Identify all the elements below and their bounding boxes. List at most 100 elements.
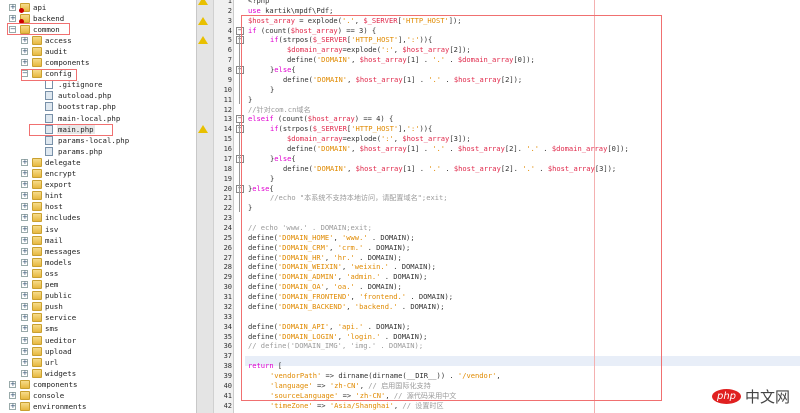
warning-icon[interactable]	[198, 125, 208, 134]
code-line[interactable]: define('DOMAIN', $host_array[1] . '.' . …	[283, 164, 616, 174]
expand-icon[interactable]: +	[21, 336, 28, 344]
tree-item[interactable]: + messages	[21, 246, 82, 257]
code-line[interactable]: if(strpos($_SERVER['HTTP_HOST'],':')){	[270, 124, 432, 134]
fold-toggle-icon[interactable]: −	[236, 125, 244, 134]
tree-item[interactable]: + components	[21, 57, 91, 68]
expand-icon[interactable]: +	[9, 380, 16, 388]
tree-item[interactable]: + pem	[21, 279, 59, 290]
code-line[interactable]: // define('DOMAIN_IMG', 'img.' . DOMAIN)…	[248, 341, 423, 351]
expand-icon[interactable]: +	[21, 203, 28, 211]
expand-icon[interactable]: +	[21, 303, 28, 311]
collapse-icon[interactable]: −	[9, 25, 16, 33]
expand-icon[interactable]: +	[21, 247, 28, 255]
tree-item[interactable]: + host	[21, 201, 64, 212]
code-line[interactable]: define('DOMAIN', $host_array[1] . '.' . …	[287, 55, 535, 65]
tree-item[interactable]: + sms	[21, 323, 59, 334]
tree-item[interactable]: bootstrap.php	[45, 101, 117, 112]
tree-item[interactable]: + service	[21, 312, 77, 323]
code-line[interactable]: define('DOMAIN_API', 'api.' . DOMAIN);	[248, 322, 410, 332]
expand-icon[interactable]: +	[21, 292, 28, 300]
code-line[interactable]: define('DOMAIN', $host_array[1] . '.' . …	[287, 144, 629, 154]
expand-icon[interactable]: +	[21, 314, 28, 322]
code-line[interactable]: define('DOMAIN', $host_array[1] . '.' . …	[283, 75, 522, 85]
expand-icon[interactable]: +	[21, 36, 28, 44]
fold-toggle-icon[interactable]: −	[236, 154, 244, 163]
tree-item[interactable]: + models	[21, 257, 73, 268]
expand-icon[interactable]: +	[21, 258, 28, 266]
tree-item[interactable]: + oss	[21, 268, 59, 279]
expand-icon[interactable]: +	[21, 214, 28, 222]
code-line[interactable]: define('DOMAIN_BACKEND', 'backend.' . DO…	[248, 302, 445, 312]
code-editor[interactable]: <?php use kartik\mpdf\Pdf; $host_array = e…	[245, 0, 800, 413]
tree-item[interactable]: + access	[21, 35, 73, 46]
tree-item[interactable]: + url	[21, 357, 59, 368]
tree-item[interactable]: + export	[21, 179, 73, 190]
tree-item[interactable]: + includes	[21, 212, 82, 223]
fold-toggle-icon[interactable]: −	[236, 184, 244, 193]
tree-item[interactable]: + ueditor	[21, 335, 77, 346]
tree-item[interactable]: + push	[21, 301, 64, 312]
tree-item[interactable]: + isv	[21, 224, 59, 235]
code-line[interactable]: $domain_array=explode(':', $host_array[3…	[287, 134, 471, 144]
expand-icon[interactable]: +	[21, 347, 28, 355]
code-line[interactable]: return [	[248, 361, 282, 371]
code-line[interactable]: $domain_array=explode(':', $host_array[2…	[287, 45, 471, 55]
tree-item[interactable]: − config	[21, 68, 73, 79]
code-line[interactable]: }else{	[270, 65, 296, 75]
fold-toggle-icon[interactable]: −	[236, 26, 244, 35]
tree-item[interactable]: + api	[9, 2, 47, 13]
expand-icon[interactable]: +	[21, 236, 28, 244]
tree-item[interactable]: − common	[9, 24, 61, 35]
code-line[interactable]: }	[270, 174, 274, 184]
code-line[interactable]: }	[248, 95, 252, 105]
tree-item[interactable]: autoload.php	[45, 90, 112, 101]
expand-icon[interactable]: +	[21, 358, 28, 366]
expand-icon[interactable]: +	[9, 14, 16, 22]
tree-item[interactable]: + hint	[21, 190, 64, 201]
tree-item[interactable]: + backend	[9, 13, 65, 24]
code-line[interactable]: define('DOMAIN_FRONTEND', 'frontend.' . …	[248, 292, 453, 302]
warning-icon[interactable]	[198, 36, 208, 45]
expand-icon[interactable]: +	[21, 369, 28, 377]
warning-icon[interactable]	[198, 0, 208, 5]
tree-item[interactable]: main-local.php	[45, 113, 121, 124]
code-line[interactable]: 'timeZone' => 'Asia/Shanghai', // 设置时区	[270, 401, 444, 411]
expand-icon[interactable]: +	[21, 281, 28, 288]
code-line[interactable]: define('DOMAIN_WEIXIN', 'weixin.' . DOMA…	[248, 262, 436, 272]
code-line[interactable]: if (count($host_array) == 3) {	[248, 26, 376, 36]
tree-item[interactable]: + mail	[21, 235, 64, 246]
code-line[interactable]: }	[248, 203, 252, 213]
code-line[interactable]: define('DOMAIN_OA', 'oa.' . DOMAIN);	[248, 282, 402, 292]
expand-icon[interactable]: +	[21, 225, 28, 233]
expand-icon[interactable]: +	[21, 47, 28, 55]
expand-icon[interactable]: +	[21, 192, 28, 200]
code-line[interactable]: 'language' => 'zh-CN', // 启用国际化支持	[270, 381, 431, 391]
code-line[interactable]: //针对com.cn域名	[248, 105, 311, 115]
expand-icon[interactable]: +	[9, 403, 16, 411]
collapse-icon[interactable]: −	[21, 70, 28, 78]
tree-item[interactable]: main.php	[45, 124, 95, 135]
tree-item[interactable]: params.php	[45, 146, 104, 157]
code-line[interactable]: elseif (count($host_array) == 4) {	[248, 114, 393, 124]
expand-icon[interactable]: +	[9, 392, 16, 399]
tree-item[interactable]: + environments	[9, 401, 87, 412]
tree-scrollbar-area[interactable]	[197, 0, 214, 413]
code-line[interactable]: define('DOMAIN_HOME', 'www.' . DOMAIN);	[248, 233, 415, 243]
code-line[interactable]: }else{	[270, 154, 296, 164]
tree-item[interactable]: + encrypt	[21, 168, 77, 179]
tree-item[interactable]: + public	[21, 290, 73, 301]
expand-icon[interactable]: +	[21, 59, 28, 66]
code-line[interactable]: 'vendorPath' => dirname(dirname(__DIR__)…	[270, 371, 501, 381]
expand-icon[interactable]: +	[21, 269, 28, 277]
code-line[interactable]: define('DOMAIN_ADMIN', 'admin.' . DOMAIN…	[248, 272, 427, 282]
fold-toggle-icon[interactable]: −	[236, 66, 244, 75]
code-line[interactable]: if(strpos($_SERVER['HTTP_HOST'],':')){	[270, 35, 432, 45]
code-line[interactable]: define('DOMAIN_HR', 'hr.' . DOMAIN);	[248, 253, 402, 263]
code-line[interactable]: }	[270, 85, 274, 95]
fold-toggle-icon[interactable]: −	[236, 115, 244, 124]
code-line[interactable]: }else{	[248, 184, 274, 194]
tree-item[interactable]: + delegate	[21, 157, 82, 168]
tree-item[interactable]: params-local.php	[45, 135, 130, 146]
code-line[interactable]: $host_array = explode('.', $_SERVER['HTT…	[248, 16, 462, 26]
tree-item[interactable]: + audit	[21, 46, 68, 57]
